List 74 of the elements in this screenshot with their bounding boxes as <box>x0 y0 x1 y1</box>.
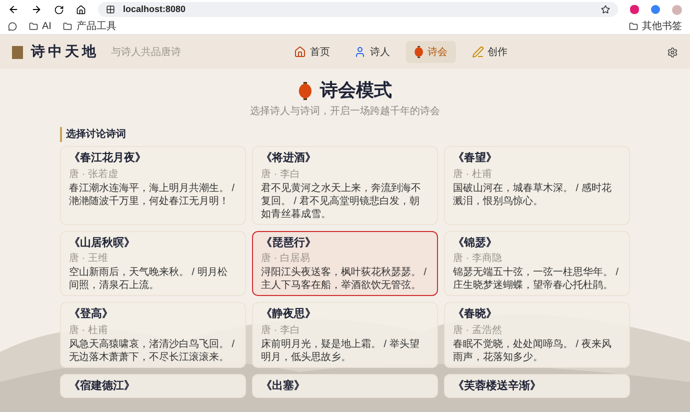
poem-title: 《锦瑟》 <box>453 234 498 250</box>
poem-excerpt: 春江潮水连海平，海上明月共潮生。 / 滟滟随波千万里，何处春江无月明！ <box>69 182 236 208</box>
bookmark-folder[interactable]: 产品工具 <box>63 19 116 34</box>
nav-tab[interactable]: 首页 <box>286 41 338 63</box>
site-info-icon[interactable] <box>106 5 115 14</box>
poem-author: 唐 · 张若虚 <box>69 168 119 182</box>
poem-title: 《春晓》 <box>453 306 498 322</box>
poem-card[interactable]: 《登高》 唐 · 杜甫 风急天高猿啸哀，渚清沙白鸟飞回。 / 无边落木萧萧下，不尽长江滚滚来。 <box>60 302 246 368</box>
poem-title: 《春望》 <box>453 150 498 166</box>
folder-icon <box>63 22 72 31</box>
poem-author: 唐 · 白居易 <box>261 252 311 266</box>
home-icon[interactable] <box>76 4 86 14</box>
poem-excerpt: 君不见黄河之水天上来，奔流到海不复回。 / 君不见高堂明镜悲白发，朝如青丝暮成雪。 <box>261 182 422 220</box>
poem-author: 唐 · 孟浩然 <box>453 324 503 338</box>
poem-title: 《春江花月夜》 <box>69 150 147 166</box>
poem-card[interactable]: 《芙蓉楼送辛渐》 <box>444 374 630 398</box>
extension-icon[interactable] <box>630 5 639 14</box>
reload-icon[interactable] <box>54 4 64 14</box>
poem-author: 唐 · 王维 <box>69 252 109 266</box>
poem-card[interactable]: 《春晓》 唐 · 孟浩然 春眠不觉晓，处处闻啼鸟。 / 夜来风雨声，花落知多少。 <box>444 302 630 368</box>
poem-title: 《登高》 <box>69 306 114 322</box>
poem-title: 《山居秋暝》 <box>69 234 136 250</box>
page-subtitle: 选择诗人与诗词，开启一场跨越千年的诗会 <box>250 104 440 119</box>
poem-author: 唐 · 李白 <box>261 168 301 182</box>
person-icon <box>354 46 366 58</box>
poem-title: 《琵琶行》 <box>261 234 317 250</box>
poem-author: 唐 · 杜甫 <box>453 168 493 182</box>
poem-excerpt: 浔阳江头夜送客，枫叶荻花秋瑟瑟。 / 主人下马客在船，举酒欲饮无管弦。 <box>261 266 428 292</box>
poem-title: 《出塞》 <box>261 378 306 394</box>
poem-excerpt: 床前明月光，疑是地上霜。 / 举头望明月，低头思故乡。 <box>261 338 420 364</box>
poem-title: 《宿建德江》 <box>69 378 136 394</box>
nav-tab[interactable]: 诗人 <box>346 41 398 63</box>
back-icon[interactable] <box>8 4 19 15</box>
extension-icon[interactable] <box>651 5 660 14</box>
poem-excerpt: 锦瑟无端五十弦，一弦一柱思华年。 / 庄生晓梦迷蝴蝶，望帝春心托杜鹃。 <box>453 266 620 292</box>
url-text: localhost:8080 <box>123 2 186 16</box>
lantern-icon <box>298 82 312 100</box>
forward-icon[interactable] <box>31 4 42 15</box>
poem-author: 唐 · 杜甫 <box>69 324 109 338</box>
bookmark-folder[interactable]: 其他书签 <box>629 19 682 34</box>
poem-excerpt: 春眠不觉晓，处处闻啼鸟。 / 夜来风雨声，花落知多少。 <box>453 338 612 364</box>
poem-author: 唐 · 李商隐 <box>453 252 503 266</box>
address-bar[interactable]: localhost:8080 <box>98 2 618 17</box>
poem-excerpt: 空山新雨后，天气晚来秋。 / 明月松间照，清泉石上流。 <box>69 266 228 292</box>
poem-card[interactable]: 《锦瑟》 唐 · 李商隐 锦瑟无端五十弦，一弦一柱思华年。 / 庄生晓梦迷蝴蝶，望帝春心托杜鹃。 <box>444 230 630 296</box>
nav-tab[interactable]: 创作 <box>464 41 516 63</box>
poem-title: 《静夜思》 <box>261 306 317 322</box>
poem-card[interactable]: 《山居秋暝》 唐 · 王维 空山新雨后，天气晚来秋。 / 明月松间照，清泉石上流。 <box>60 230 246 296</box>
poem-title: 《将进酒》 <box>261 150 317 166</box>
poem-excerpt: 风急天高猿啸哀，渚清沙白鸟飞回。 / 无边落木萧萧下，不尽长江滚滚来。 <box>69 338 236 364</box>
nav-tab[interactable]: 诗会 <box>406 41 456 63</box>
poem-card[interactable]: 《春江花月夜》 唐 · 张若虚 春江潮水连海平，海上明月共潮生。 / 滟滟随波千万里，何处春江无月明！ <box>60 146 246 224</box>
poem-author: 唐 · 李白 <box>261 324 301 338</box>
poem-card[interactable]: 《宿建德江》 <box>60 374 246 398</box>
poem-card[interactable]: 《将进酒》 唐 · 李白 君不见黄河之水天上来，奔流到海不复回。 / 君不见高堂明镜悲白发，朝如青丝暮成雪。 <box>252 146 438 224</box>
settings-icon[interactable] <box>667 46 678 58</box>
site-tagline: 与诗人共品唐诗 <box>111 46 181 60</box>
poem-card[interactable]: 《春望》 唐 · 杜甫 国破山河在，城春草木深。 / 感时花溅泪，恨别鸟惊心。 <box>444 146 630 224</box>
chat-icon[interactable] <box>8 22 17 31</box>
section-heading: 选择讨论诗词 <box>60 127 630 142</box>
bookmark-star-icon[interactable] <box>601 5 610 14</box>
poem-card[interactable]: 《出塞》 <box>252 374 438 398</box>
folder-icon <box>29 22 38 31</box>
folder-icon <box>629 22 638 31</box>
poem-title: 《芙蓉楼送辛渐》 <box>453 378 542 394</box>
pen-icon <box>472 46 484 58</box>
lantern-icon <box>414 46 424 58</box>
bookmark-folder[interactable]: AI <box>29 19 52 34</box>
poem-card[interactable]: 《静夜思》 唐 · 李白 床前明月光，疑是地上霜。 / 举头望明月，低头思故乡。 <box>252 302 438 368</box>
page-title: 诗会模式 <box>320 79 392 103</box>
site-logo[interactable]: 诗中天地 <box>31 42 99 62</box>
poem-card[interactable]: 《琵琶行》 唐 · 白居易 浔阳江头夜送客，枫叶荻花秋瑟瑟。 / 主人下马客在船，举酒欲饮无管弦。 <box>252 230 438 296</box>
poem-excerpt: 国破山河在，城春草木深。 / 感时花溅泪，恨别鸟惊心。 <box>453 182 612 208</box>
house-icon <box>294 46 306 58</box>
